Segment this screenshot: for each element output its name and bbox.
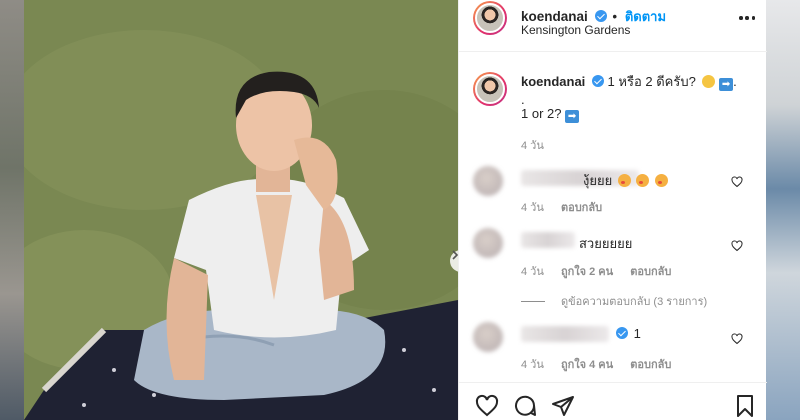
post-header: koendanai • ติดตาม Kensington Gardens — [459, 0, 767, 52]
arrow-emoji-icon: ➡ — [719, 78, 734, 91]
emoji-icon — [617, 174, 631, 187]
comment-row-1: งุ้ยยย — [583, 170, 669, 191]
comment-row-3: 1 — [613, 326, 641, 341]
follow-button[interactable]: ติดตาม — [625, 9, 666, 24]
commenter-avatar[interactable] — [473, 228, 503, 258]
caption-timestamp[interactable]: 4 วัน — [521, 136, 544, 154]
location-link[interactable]: Kensington Gardens — [521, 23, 630, 37]
emoji-icon — [655, 174, 669, 187]
view-replies-label: ดูข้อความตอบกลับ (3 รายการ) — [561, 296, 708, 308]
reply-button[interactable]: ตอบกลับ — [630, 266, 671, 278]
heart-icon[interactable] — [731, 240, 743, 252]
caption-text-en: 1 or 2? — [521, 106, 562, 121]
separator-dot: • — [612, 9, 618, 24]
comment-text: 1 — [633, 326, 641, 341]
share-icon[interactable] — [551, 394, 575, 418]
background-blur-left — [0, 0, 24, 420]
comment-time[interactable]: 4 วัน — [521, 202, 544, 214]
caption-line-1: koendanai 1 หรือ 2 ดีครับ? ➡. — [521, 74, 737, 91]
heart-icon[interactable] — [475, 394, 499, 418]
comment-text: สวยยยยย — [579, 236, 633, 251]
avatar[interactable] — [473, 1, 507, 35]
emoji-icon — [702, 75, 716, 88]
comment-time[interactable]: 4 วัน — [521, 359, 544, 371]
heart-icon[interactable] — [731, 333, 743, 345]
arrow-emoji-icon: ➡ — [565, 110, 580, 123]
comment-text: งุ้ยยย — [583, 173, 613, 188]
verified-badge-icon — [594, 10, 607, 22]
more-options-button[interactable] — [739, 11, 755, 25]
comment-time[interactable]: 4 วัน — [521, 266, 544, 278]
comment-meta: 4 วัน ถูกใจ 2 คน ตอบกลับ — [521, 262, 671, 280]
emoji-icon — [636, 174, 650, 187]
comment-meta: 4 วัน ตอบกลับ — [521, 198, 602, 216]
view-replies-button[interactable]: ดูข้อความตอบกลับ (3 รายการ) — [521, 292, 707, 310]
commenter-username[interactable] — [521, 326, 609, 342]
photo-illustration — [24, 0, 458, 420]
likes-count[interactable]: ถูกใจ 2 คน — [561, 266, 613, 278]
caption-username[interactable]: koendanai — [521, 74, 585, 89]
post-details-panel: koendanai • ติดตาม Kensington Gardens ko… — [458, 0, 767, 420]
likes-count[interactable]: ถูกใจ 4 คน — [561, 359, 613, 371]
verified-badge-icon — [616, 327, 628, 339]
chevron-right-icon — [452, 250, 458, 260]
comment-meta: 4 วัน ถูกใจ 4 คน ตอบกลับ — [521, 355, 671, 373]
post-action-bar — [459, 382, 767, 420]
background-blur-right — [766, 0, 800, 420]
caption-text: 1 หรือ 2 ดีครับ? — [607, 74, 696, 89]
commenter-avatar[interactable] — [473, 166, 503, 196]
replies-divider — [521, 300, 545, 302]
reply-button[interactable]: ตอบกลับ — [630, 359, 671, 371]
commenter-avatar[interactable] — [473, 322, 503, 352]
commenter-username[interactable] — [521, 232, 575, 248]
heart-icon[interactable] — [731, 176, 743, 188]
comment-icon[interactable] — [513, 394, 537, 418]
verified-badge-icon — [591, 75, 604, 87]
caption-avatar[interactable] — [473, 72, 507, 106]
username-link[interactable]: koendanai — [521, 9, 588, 24]
bookmark-icon[interactable] — [733, 394, 757, 418]
post-photo[interactable] — [24, 0, 458, 420]
more-horizontal-icon — [739, 16, 743, 20]
reply-button[interactable]: ตอบกลับ — [561, 202, 602, 214]
caption-line-3: 1 or 2? ➡ — [521, 106, 580, 123]
